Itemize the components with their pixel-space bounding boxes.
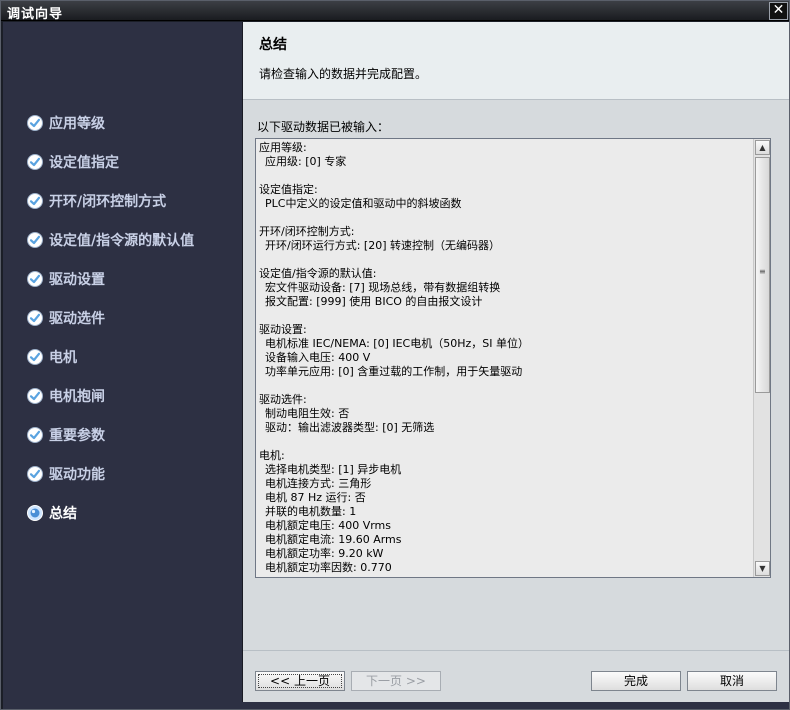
sidebar-item-label: 应用等级 [49, 116, 105, 132]
summary-line: 应用级: [0] 专家 [265, 155, 347, 168]
summary-section-heading: 设定值/指令源的默认值: [259, 267, 377, 280]
summary-line: 报文配置: [999] 使用 BICO 的自由报文设计 [265, 295, 483, 308]
summary-text: 应用等级: 应用级: [0] 专家设定值指定: PLC中定义的设定值和驱动中的斜坡函… [259, 139, 749, 575]
check-circle-icon [27, 232, 43, 248]
sidebar-item-9[interactable]: 重要参数 [27, 424, 105, 446]
radio-dot-icon [27, 505, 43, 521]
scroll-up-arrow-icon[interactable]: ▲ [755, 140, 770, 155]
summary-line: 选择电机类型: [1] 异步电机 [265, 463, 402, 476]
summary-textbox[interactable]: 应用等级: 应用级: [0] 专家设定值指定: PLC中定义的设定值和驱动中的斜坡函… [255, 138, 771, 578]
sidebar-item-label: 总结 [49, 506, 77, 522]
summary-line: 驱动：输出滤波器类型: [0] 无筛选 [265, 421, 435, 434]
sidebar-item-label: 驱动设置 [49, 272, 105, 288]
sidebar-item-label: 设定值指定 [49, 155, 119, 171]
check-circle-icon [27, 427, 43, 443]
summary-section-heading: 驱动设置: [259, 323, 307, 336]
grip-icon: ≡ [759, 267, 766, 276]
sidebar-item-5[interactable]: 驱动设置 [27, 268, 105, 290]
summary-line: 电机标准 IEC/NEMA: [0] IEC电机（50Hz，SI 单位） [265, 337, 529, 350]
summary-line: 电机额定功率因数: 0.770 [265, 561, 392, 574]
check-circle-icon [27, 349, 43, 365]
summary-line: 电机连接方式: 三角形 [265, 477, 372, 490]
summary-line: 设备输入电压: 400 V [265, 351, 371, 364]
summary-line: 宏文件驱动设备: [7] 现场总线，带有数据组转换 [265, 281, 501, 294]
sidebar-item-label: 驱动选件 [49, 311, 105, 327]
sidebar-item-label: 重要参数 [49, 428, 105, 444]
scrollbar-thumb[interactable]: ≡ [755, 157, 770, 393]
summary-intro: 以下驱动数据已被输入： [257, 120, 390, 134]
summary-line: 制动电阻生效: 否 [265, 407, 350, 420]
close-button[interactable]: ✕ [769, 2, 788, 20]
summary-line: PLC中定义的设定值和驱动中的斜坡函数 [265, 197, 462, 210]
sidebar-item-label: 电机抱闸 [49, 389, 105, 405]
focus-ring [258, 674, 342, 688]
summary-section-heading: 驱动选件: [259, 393, 307, 406]
summary-line: 电机额定电压: 400 Vrms [265, 519, 391, 532]
check-circle-icon [27, 310, 43, 326]
sidebar-item-8[interactable]: 电机抱闸 [27, 385, 105, 407]
wizard-window: 调试向导 ✕ 应用等级 设定值指定 开环/闭环控制方式 设定值/指令源的默认值 驱动设置… [0, 0, 790, 710]
sidebar-item-label: 设定值/指令源的默认值 [49, 233, 195, 249]
scroll-down-arrow-icon[interactable]: ▼ [755, 561, 770, 576]
sidebar-item-label: 开环/闭环控制方式 [49, 194, 167, 210]
check-circle-icon [27, 271, 43, 287]
summary-section-heading: 应用等级: [259, 141, 307, 154]
summary-line: 电机额定功率: 9.20 kW [265, 547, 384, 560]
summary-section-heading: 电机: [259, 449, 285, 462]
check-circle-icon [27, 193, 43, 209]
summary-line: 开环/闭环运行方式: [20] 转速控制（无编码器） [265, 239, 500, 252]
main-content: 以下驱动数据已被输入： 应用等级: 应用级: [0] 专家设定值指定: PLC中定义… [243, 100, 789, 650]
check-circle-icon [27, 388, 43, 404]
page-header: 总结 请检查输入的数据并完成配置。 [243, 22, 789, 100]
summary-line: 功率单元应用: [0] 含重过载的工作制，用于矢量驱动 [265, 365, 523, 378]
cancel-button[interactable]: 取消 [687, 671, 777, 691]
sidebar-item-11[interactable]: 总结 [27, 502, 77, 524]
summary-line: 电机 87 Hz 运行: 否 [265, 491, 366, 504]
sidebar-item-4[interactable]: 设定值/指令源的默认值 [27, 229, 194, 251]
title-bar: 调试向导 ✕ [1, 1, 789, 22]
page-description: 请检查输入的数据并完成配置。 [259, 67, 428, 81]
sidebar-item-6[interactable]: 驱动选件 [27, 307, 105, 329]
next-button[interactable]: 下一页 >> [351, 671, 441, 691]
bottom-edge [3, 702, 789, 709]
wizard-step-sidebar: 应用等级设定值指定开环/闭环控制方式设定值/指令源的默认值 驱动设置驱动选件电机电… [3, 22, 243, 702]
summary-line: 并联的电机数量: 1 [265, 505, 357, 518]
check-circle-icon [27, 466, 43, 482]
sidebar-item-3[interactable]: 开环/闭环控制方式 [27, 190, 166, 212]
finish-button[interactable]: 完成 [591, 671, 681, 691]
sidebar-item-7[interactable]: 电机 [27, 346, 77, 368]
check-circle-icon [27, 115, 43, 131]
check-circle-icon [27, 154, 43, 170]
sidebar-item-label: 驱动功能 [49, 467, 105, 483]
summary-section-heading: 设定值指定: [259, 183, 318, 196]
wizard-footer: << 上一页 下一页 >> 完成 取消 [243, 650, 789, 702]
previous-button[interactable]: << 上一页 [255, 671, 345, 691]
sidebar-item-label: 电机 [49, 350, 77, 366]
sidebar-item-1[interactable]: 应用等级 [27, 112, 105, 134]
sidebar-item-10[interactable]: 驱动功能 [27, 463, 105, 485]
page-title: 总结 [259, 37, 287, 53]
vertical-scrollbar[interactable]: ▲ ≡ ▼ [753, 139, 770, 577]
sidebar-item-2[interactable]: 设定值指定 [27, 151, 119, 173]
summary-section-heading: 开环/闭环控制方式: [259, 225, 355, 238]
summary-line: 电机额定电流: 19.60 Arms [265, 533, 402, 546]
window-title: 调试向导 [7, 7, 64, 22]
